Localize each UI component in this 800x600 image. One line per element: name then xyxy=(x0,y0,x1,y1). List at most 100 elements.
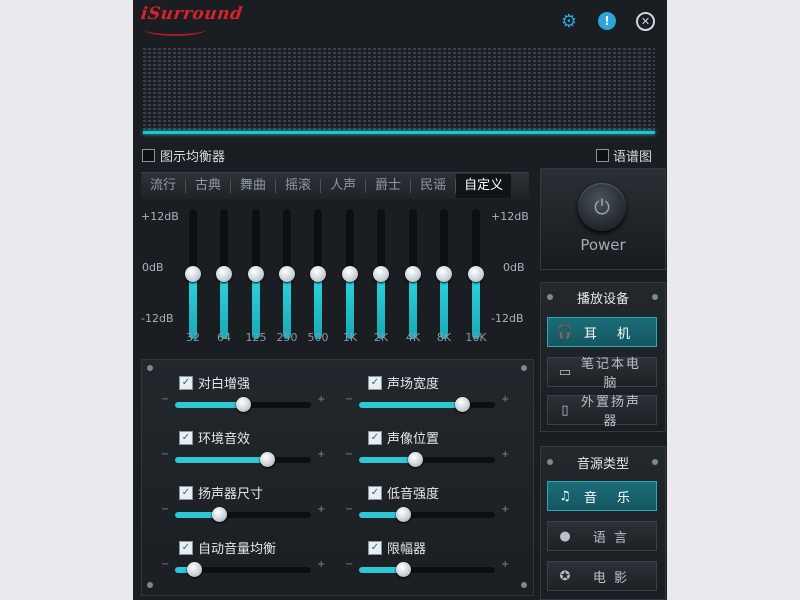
playback-option[interactable]: ▭ 笔记本电脑 xyxy=(547,357,657,391)
effect-checkbox[interactable]: ✓ xyxy=(179,486,193,500)
db-bottom-left: -12dB xyxy=(141,312,174,325)
graphic-eq-label: 图示均衡器 xyxy=(160,150,226,165)
power-button[interactable]: ⏻ xyxy=(578,183,626,231)
spectrum-checkbox[interactable] xyxy=(596,149,609,162)
playback-option-label: 耳 机 xyxy=(583,326,639,342)
effect-slider-knob[interactable] xyxy=(211,507,227,522)
source-option[interactable]: ✪ 电 影 xyxy=(547,561,657,591)
eq-slider-fill xyxy=(220,274,228,339)
tab-preset[interactable]: 爵士 xyxy=(366,179,412,193)
eq-slider-fill xyxy=(189,274,197,339)
tab-preset[interactable]: 摇滚 xyxy=(276,179,322,193)
effect-slider-fill xyxy=(359,402,463,408)
playback-option[interactable]: 🎧 耳 机 xyxy=(547,317,657,347)
isurround-window: iSurround ⚙ ! ✕ 图示均衡器 语谱图 流行 古典 舞曲 摇滚 人声 爵士 民谣… xyxy=(133,0,667,600)
speaker-icon: ▯ xyxy=(561,402,569,418)
close-icon[interactable]: ✕ xyxy=(636,12,655,31)
slider-minus-label: − xyxy=(161,559,170,570)
effect-checkbox[interactable]: ✓ xyxy=(179,431,193,445)
slider-minus-label: − xyxy=(345,559,354,570)
db-top-left: +12dB xyxy=(141,210,179,223)
effect-slider-fill xyxy=(175,457,268,463)
effect-slider-knob[interactable] xyxy=(395,562,411,577)
slider-plus-label: + xyxy=(317,449,326,460)
eq-band-label: 64 xyxy=(217,331,231,344)
spectrum-baseline xyxy=(143,131,655,134)
source-option[interactable]: ♫ 音 乐 xyxy=(547,481,657,511)
spectrum-label: 语谱图 xyxy=(613,150,653,165)
eq-band-label: 250 xyxy=(276,331,298,344)
effect-slider-knob[interactable] xyxy=(395,507,411,522)
effect-slider-knob[interactable] xyxy=(407,452,423,467)
tab-preset[interactable]: 人声 xyxy=(321,179,367,193)
slider-plus-label: + xyxy=(317,394,326,405)
eq-slider-fill xyxy=(409,274,417,339)
eq-slider-knob[interactable] xyxy=(185,266,201,282)
effect-slider-knob[interactable] xyxy=(187,562,203,577)
db-bottom-right: -12dB xyxy=(491,312,524,325)
panel-dot xyxy=(147,365,153,371)
effect-slider-knob[interactable] xyxy=(260,452,276,467)
graphic-eq-checkbox[interactable] xyxy=(142,149,155,162)
playback-option-label: 笔记本电脑 xyxy=(580,357,641,391)
effect-slider-track[interactable] xyxy=(359,402,495,408)
tab-preset[interactable]: 古典 xyxy=(186,179,232,193)
effect-checkbox[interactable]: ✓ xyxy=(368,541,382,555)
eq-band-label: 500 xyxy=(307,331,329,344)
eq-slider-knob[interactable] xyxy=(342,266,358,282)
effect-slider-track[interactable] xyxy=(359,512,495,518)
eq-band-label: 125 xyxy=(245,331,267,344)
tab-preset[interactable]: 自定义 xyxy=(456,174,512,198)
info-icon[interactable]: ! xyxy=(598,12,616,30)
effect-label: 声场宽度 xyxy=(387,377,440,392)
eq-slider-knob[interactable] xyxy=(373,266,389,282)
effect-slider-track[interactable] xyxy=(359,567,495,573)
tab-preset[interactable]: 舞曲 xyxy=(231,179,277,193)
eq-slider-fill xyxy=(314,274,322,339)
slider-minus-label: − xyxy=(345,449,354,460)
effect-slider-knob[interactable] xyxy=(236,397,251,412)
effect-checkbox[interactable]: ✓ xyxy=(179,376,193,390)
effect-slider-track[interactable] xyxy=(359,457,495,463)
eq-slider-knob[interactable] xyxy=(216,266,232,282)
effects-panel: ✓ 对白增强 − + ✓ 声场宽度 − + ✓ 环境音效 − + ✓ 声像位置 − + ✓ 扬声器尺寸 − + ✓ 低音强… xyxy=(141,359,534,596)
playback-option[interactable]: ▯ 外置扬声器 xyxy=(547,395,657,429)
source-option-label: 语 言 xyxy=(592,530,630,546)
eq-slider-fill xyxy=(377,274,385,339)
tab-preset[interactable]: 民谣 xyxy=(411,179,457,193)
eq-slider-knob[interactable] xyxy=(310,266,326,282)
slider-minus-label: − xyxy=(345,504,354,515)
logo-swoosh xyxy=(145,24,205,36)
eq-slider-knob[interactable] xyxy=(468,266,484,282)
effect-checkbox[interactable]: ✓ xyxy=(179,541,193,555)
gear-icon[interactable]: ⚙ xyxy=(560,11,578,32)
eq-band-label: 8K xyxy=(436,331,452,344)
eq-slider-fill xyxy=(472,274,480,339)
source-option[interactable]: ● 语 言 xyxy=(547,521,657,551)
panel-dot xyxy=(521,582,527,588)
eq-slider-knob[interactable] xyxy=(279,266,295,282)
slider-plus-label: + xyxy=(501,559,510,570)
effect-checkbox[interactable]: ✓ xyxy=(368,431,382,445)
eq-slider-knob[interactable] xyxy=(405,266,421,282)
effect-label: 环境音效 xyxy=(198,432,251,447)
effect-checkbox[interactable]: ✓ xyxy=(368,376,382,390)
preset-tabs: 流行 古典 舞曲 摇滚 人声 爵士 民谣 自定义 xyxy=(141,172,529,199)
tab-preset[interactable]: 流行 xyxy=(141,179,187,193)
eq-band-label: 32 xyxy=(186,331,200,344)
power-panel: ⏻ Power xyxy=(540,168,666,270)
effect-label: 扬声器尺寸 xyxy=(198,487,264,502)
effect-label: 对白增强 xyxy=(198,377,251,392)
effect-slider-knob[interactable] xyxy=(455,397,471,412)
eq-band-label: 16K xyxy=(465,331,487,344)
effect-label: 声像位置 xyxy=(387,432,440,447)
eq-slider-knob[interactable] xyxy=(248,266,264,282)
effect-slider-track[interactable] xyxy=(175,512,311,518)
effect-slider-track[interactable] xyxy=(175,457,311,463)
slider-plus-label: + xyxy=(501,449,510,460)
eq-slider-knob[interactable] xyxy=(436,266,452,282)
playback-device-title: 播放设备 xyxy=(576,292,629,307)
effect-checkbox[interactable]: ✓ xyxy=(368,486,382,500)
eq-slider-fill xyxy=(283,274,291,339)
equalizer: +12dB 0dB -12dB +12dB 0dB -12dB 32 64 125 2… xyxy=(133,200,533,350)
